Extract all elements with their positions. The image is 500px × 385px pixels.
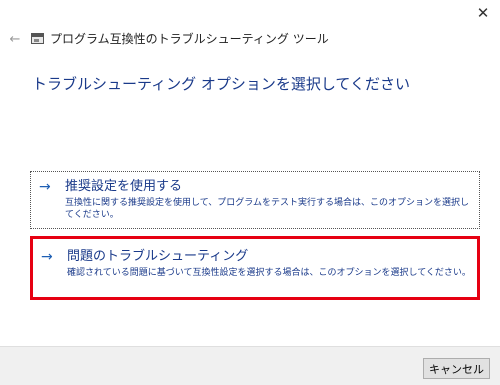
- cancel-button[interactable]: キャンセル: [423, 358, 490, 379]
- option-title[interactable]: 推奨設定を使用する: [65, 178, 182, 196]
- right-arrow-icon: →: [39, 179, 51, 195]
- option-description: 確認されている問題に基づいて互換性設定を選択する場合は、このオプションを選択して…: [67, 268, 471, 278]
- footer-bar: キャンセル: [0, 346, 500, 385]
- page-heading: トラブルシューティング オプションを選択してください: [32, 75, 410, 93]
- close-icon[interactable]: ✕: [470, 2, 496, 24]
- troubleshooter-window: ✕ ← プログラム互換性のトラブルシューティング ツール トラブルシューティング…: [0, 0, 500, 385]
- window-title: プログラム互換性のトラブルシューティング ツール: [50, 32, 329, 46]
- option-use-recommended-settings[interactable]: → 推奨設定を使用する 互換性に関する推奨設定を使用して、プログラムをテスト実行…: [30, 171, 480, 229]
- option-description: 互換性に関する推奨設定を使用して、プログラムをテスト実行する場合は、このオプショ…: [65, 198, 470, 220]
- program-window-icon: [31, 33, 44, 44]
- right-arrow-icon: →: [41, 249, 53, 265]
- option-troubleshoot-program[interactable]: → 問題のトラブルシューティング 確認されている問題に基づいて互換性設定を選択す…: [30, 236, 480, 300]
- option-title[interactable]: 問題のトラブルシューティング: [67, 248, 248, 266]
- back-arrow-icon[interactable]: ←: [6, 30, 24, 48]
